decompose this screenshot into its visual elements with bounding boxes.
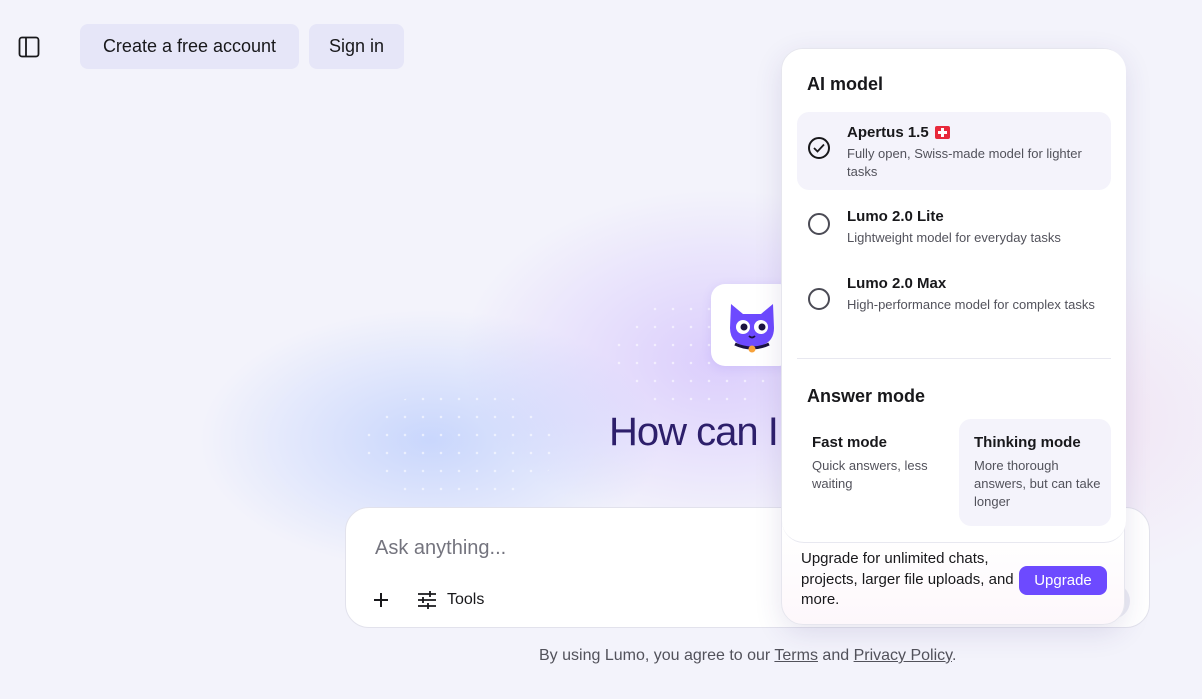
- model-name: Apertus 1.5: [847, 124, 950, 141]
- model-name: Lumo 2.0 Max: [847, 275, 947, 292]
- ask-input[interactable]: [373, 533, 777, 563]
- mode-title: Fast mode: [812, 434, 888, 451]
- privacy-policy-link[interactable]: Privacy Policy: [854, 647, 952, 664]
- mode-description: More thorough answers, but can take long…: [974, 458, 1101, 509]
- model-description: High-performance model for complex tasks: [847, 297, 1095, 312]
- upgrade-button[interactable]: Upgrade: [1019, 566, 1107, 595]
- terms-link[interactable]: Terms: [774, 647, 818, 664]
- radio-unchecked-icon: [808, 213, 830, 235]
- sidebar-panel-icon: [18, 36, 40, 58]
- tools-button[interactable]: Tools: [416, 587, 484, 613]
- create-account-button[interactable]: Create a free account: [80, 24, 299, 69]
- fast-mode-option[interactable]: Fast mode Quick answers, less waiting: [797, 419, 949, 526]
- model-option-apertus[interactable]: Apertus 1.5 Fully open, Swiss-made model…: [797, 112, 1111, 190]
- model-name: Lumo 2.0 Lite: [847, 208, 944, 225]
- answer-mode-title: Answer mode: [807, 386, 926, 406]
- mode-description: Quick answers, less waiting: [812, 458, 928, 491]
- sign-in-button[interactable]: Sign in: [309, 24, 404, 69]
- upgrade-message: Upgrade for unlimited chats, projects, l…: [801, 550, 1014, 608]
- panel-divider: [797, 358, 1111, 359]
- legal-suffix: .: [951, 647, 957, 664]
- swiss-flag-icon: [934, 126, 950, 139]
- hero-greeting: How can I: [609, 410, 779, 454]
- legal-middle: and: [817, 647, 854, 664]
- model-option-lumo-lite[interactable]: Lumo 2.0 Lite Lightweight model for ever…: [797, 199, 1111, 255]
- plus-icon: [374, 593, 388, 607]
- attach-button[interactable]: [368, 587, 394, 613]
- sliders-icon: [418, 591, 436, 609]
- model-name-text: Apertus 1.5: [847, 124, 929, 141]
- model-description: Fully open, Swiss-made model for lighter…: [847, 146, 1082, 179]
- legal-notice: By using Lumo, you agree to our Terms an…: [539, 647, 956, 665]
- mode-title: Thinking mode: [974, 434, 1081, 451]
- check-circle-icon: [808, 137, 830, 159]
- ai-model-title: AI model: [807, 74, 884, 94]
- tools-label: Tools: [447, 591, 485, 608]
- radio-unchecked-icon: [808, 288, 830, 310]
- legal-prefix: By using Lumo, you agree to our: [539, 647, 775, 664]
- model-selector-panel: AI model Apertus 1.5 Fully open, Swiss-m…: [781, 48, 1126, 625]
- lumo-cat-icon: [730, 304, 774, 353]
- sidebar-toggle-button[interactable]: [16, 34, 42, 60]
- model-options-card: AI model Apertus 1.5 Fully open, Swiss-m…: [782, 49, 1126, 543]
- model-option-lumo-max[interactable]: Lumo 2.0 Max High-performance model for …: [797, 266, 1111, 338]
- background-dots-left: [360, 390, 560, 500]
- model-description: Lightweight model for everyday tasks: [847, 230, 1061, 245]
- thinking-mode-option[interactable]: Thinking mode More thorough answers, but…: [959, 419, 1111, 526]
